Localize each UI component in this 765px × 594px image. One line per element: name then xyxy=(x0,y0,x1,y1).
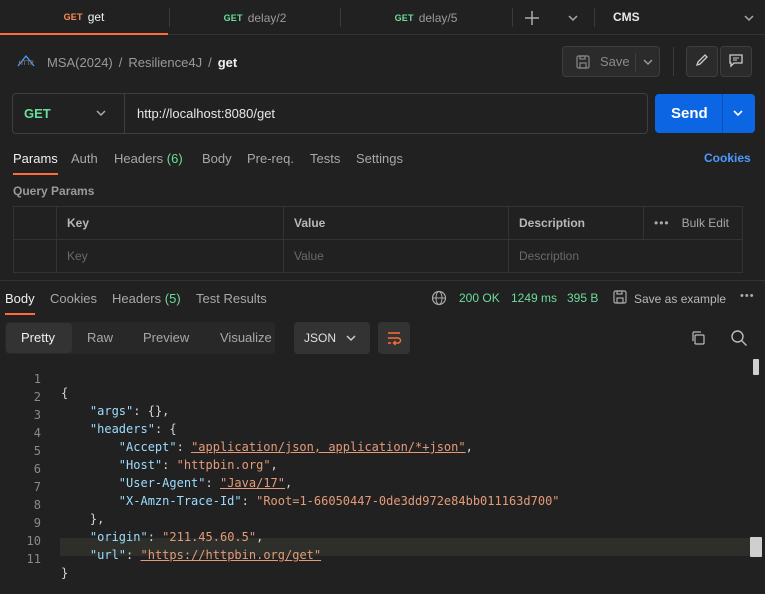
view-visualize[interactable]: Visualize xyxy=(220,330,272,345)
response-tab-headers-label: Headers xyxy=(112,291,162,306)
tab-label: delay/5 xyxy=(418,10,458,25)
format-chevron-down-icon xyxy=(343,330,359,349)
save-icon xyxy=(575,54,591,70)
response-tab-test-results[interactable]: Test Results xyxy=(196,291,267,306)
code-line: 1 { xyxy=(33,372,69,400)
globe-icon[interactable] xyxy=(431,290,447,309)
save-dropdown-chevron-icon[interactable] xyxy=(640,54,656,73)
tab-get[interactable]: GET get xyxy=(0,0,168,35)
tab-label: get xyxy=(87,9,105,24)
tabs-dropdown-chevron-icon[interactable] xyxy=(564,9,582,27)
tab-tests[interactable]: Tests xyxy=(310,151,340,166)
key-input[interactable]: Key xyxy=(56,239,284,273)
code-line: 6 "User-Agent": "Java/17", xyxy=(33,462,293,490)
workspace-name[interactable]: CMS xyxy=(613,10,640,24)
response-tab-headers[interactable]: Headers (5) xyxy=(112,291,181,306)
tab-method: GET xyxy=(394,12,414,23)
send-label: Send xyxy=(671,105,708,122)
url-bar: GET http://localhost:8080/get xyxy=(12,93,648,134)
save-as-example-button[interactable]: Save as example xyxy=(612,289,726,308)
tab-auth[interactable]: Auth xyxy=(71,151,98,166)
method-select[interactable]: GET xyxy=(13,94,125,133)
breadcrumb-collection[interactable]: MSA(2024) xyxy=(47,55,113,70)
query-params-title: Query Params xyxy=(13,184,95,198)
format-label: JSON xyxy=(304,331,337,345)
description-input[interactable]: Description xyxy=(508,239,743,273)
format-select[interactable]: JSON xyxy=(294,322,370,354)
svg-text:HTTP: HTTP xyxy=(18,60,34,67)
method-label: GET xyxy=(24,106,51,121)
tab-headers-label: Headers xyxy=(114,151,164,166)
tab-delay-5[interactable]: GET delay/5 xyxy=(341,0,511,35)
tab-settings[interactable]: Settings xyxy=(356,151,403,166)
method-chevron-down-icon xyxy=(93,105,109,124)
edit-button[interactable] xyxy=(686,46,718,77)
cookies-link[interactable]: Cookies xyxy=(704,151,751,165)
tab-headers[interactable]: Headers (6) xyxy=(114,151,183,166)
code-line: 3 "headers": { xyxy=(33,408,177,436)
code-line: 8 }, xyxy=(33,498,105,526)
url-input[interactable]: http://localhost:8080/get xyxy=(137,106,275,121)
tab-delay-2[interactable]: GET delay/2 xyxy=(170,0,340,35)
bulk-edit-cell: ••• Bulk Edit xyxy=(643,206,743,240)
more-options-icon[interactable]: ••• xyxy=(654,216,670,230)
tab-prereq[interactable]: Pre-req. xyxy=(247,151,294,166)
save-button[interactable]: Save xyxy=(562,46,660,77)
breadcrumb-folder[interactable]: Resilience4J xyxy=(128,55,202,70)
comment-icon xyxy=(728,52,744,71)
save-as-example-label: Save as example xyxy=(634,291,727,306)
response-size[interactable]: 395 B xyxy=(567,291,598,305)
response-headers-count: (5) xyxy=(164,291,181,306)
code-line: 2 "args": {}, xyxy=(33,390,170,418)
http-request-icon: HTTP xyxy=(16,52,36,72)
code-line: 11 } xyxy=(26,552,69,580)
tab-label: delay/2 xyxy=(247,10,287,25)
code-line: 9 "origin": "211.45.60.5", xyxy=(33,516,264,544)
column-header-value: Value xyxy=(283,206,509,240)
value-input[interactable]: Value xyxy=(283,239,509,273)
code-line: 4 "Accept": "application/json, applicati… xyxy=(33,426,473,454)
response-tab-body[interactable]: Body xyxy=(5,291,35,315)
code-line: 5 "Host": "httpbin.org", xyxy=(33,444,278,472)
send-dropdown-chevron-icon[interactable] xyxy=(730,105,746,125)
tab-method: GET xyxy=(63,11,83,22)
column-header-description: Description xyxy=(508,206,644,240)
code-line: 10 "url": "https://httpbin.org/get" xyxy=(26,534,322,562)
response-body-editor[interactable]: 1 { 2 "args": {}, 3 "headers": { 4 "Acce… xyxy=(0,358,765,580)
response-tab-cookies[interactable]: Cookies xyxy=(50,291,97,306)
column-header-key: Key xyxy=(56,206,284,240)
save-icon xyxy=(612,289,628,308)
wrap-lines-icon xyxy=(386,330,402,349)
status-code[interactable]: 200 OK xyxy=(459,291,500,305)
send-button[interactable]: Send xyxy=(655,94,755,133)
tab-params[interactable]: Params xyxy=(13,151,58,175)
view-preview[interactable]: Preview xyxy=(143,330,189,345)
new-tab-plus-icon[interactable] xyxy=(522,8,542,28)
comments-button[interactable] xyxy=(720,46,752,77)
view-mode-selector: Pretty Raw Preview Visualize xyxy=(5,322,275,354)
environment-dropdown-chevron-icon[interactable] xyxy=(740,9,758,27)
tab-method: GET xyxy=(223,12,243,23)
wrap-lines-button[interactable] xyxy=(378,322,410,354)
breadcrumb-request[interactable]: get xyxy=(218,55,238,70)
bulk-edit-button[interactable]: Bulk Edit xyxy=(682,216,729,230)
scrollbar-thumb-bottom[interactable] xyxy=(750,537,762,557)
breadcrumb: MSA(2024) / Resilience4J / get xyxy=(47,55,238,70)
tab-body[interactable]: Body xyxy=(202,151,232,166)
save-label: Save xyxy=(600,54,630,69)
copy-icon[interactable] xyxy=(690,330,706,349)
view-raw[interactable]: Raw xyxy=(87,330,113,345)
request-tab-bar: GET get GET delay/2 GET delay/5 CMS xyxy=(0,0,765,35)
search-icon[interactable] xyxy=(730,329,748,350)
pencil-icon xyxy=(694,52,710,71)
scrollbar-thumb[interactable] xyxy=(753,359,759,375)
response-time[interactable]: 1249 ms xyxy=(511,291,557,305)
tab-headers-count: (6) xyxy=(166,151,183,166)
view-pretty[interactable]: Pretty xyxy=(21,330,55,345)
code-line: 7 "X-Amzn-Trace-Id": "Root=1-66050447-0d… xyxy=(33,480,560,508)
more-options-icon[interactable]: ••• xyxy=(740,290,755,302)
